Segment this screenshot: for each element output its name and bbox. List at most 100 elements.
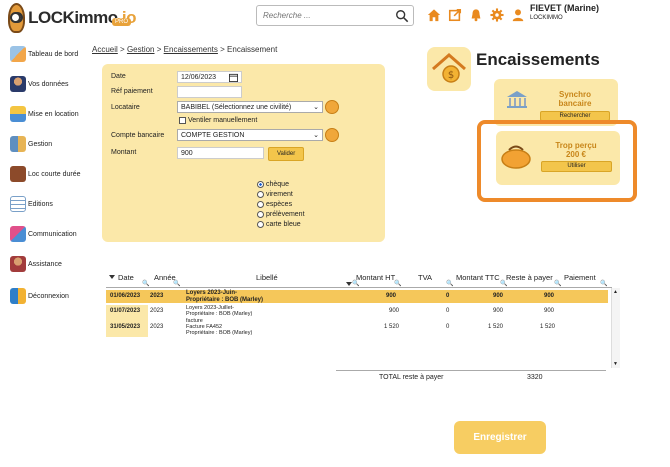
radio-especes[interactable]: espèces: [257, 199, 305, 209]
radio-virement[interactable]: virement: [257, 189, 305, 199]
sidebar-label: Gestion: [28, 140, 53, 148]
external-link-icon[interactable]: [448, 8, 462, 22]
bell-icon[interactable]: [469, 8, 483, 22]
locataire-value: BABIBEL (Sélectionnez une civilité): [181, 103, 292, 111]
sidebar-label: Vos données: [28, 80, 69, 88]
col-montant-ttc[interactable]: Montant TTC: [456, 273, 500, 282]
chevron-down-icon: ⌄: [313, 104, 319, 111]
filter-ttc-icon[interactable]: 🔍: [500, 280, 507, 287]
sidebar-item-deconnexion[interactable]: Déconnexion: [10, 288, 69, 304]
filter-annee-icon[interactable]: 🔍: [173, 280, 180, 287]
filter-libelle-icon[interactable]: 🔍: [352, 280, 359, 287]
breadcrumb-gestion[interactable]: Gestion: [127, 45, 155, 54]
filter-tva-icon[interactable]: 🔍: [446, 280, 453, 287]
table-scrollbar[interactable]: ▲ ▼: [611, 288, 620, 368]
cell-libelle: Loyers 2023-Juin-: [186, 290, 238, 296]
ref-field[interactable]: [177, 86, 242, 98]
sidebar-item-mise-en-location[interactable]: Mise en location: [10, 106, 79, 122]
scroll-down-icon[interactable]: ▼: [613, 361, 618, 367]
sidebar-item-assistance[interactable]: Assistance: [10, 256, 62, 272]
utiliser-button[interactable]: Utiliser: [541, 161, 612, 172]
total-row: TOTAL reste à payer 3320: [336, 370, 606, 381]
col-libelle[interactable]: Libellé: [256, 273, 278, 282]
user-icon[interactable]: [511, 8, 525, 22]
sidebar-item-communication[interactable]: Communication: [10, 226, 77, 242]
sidebar-item-editions[interactable]: Editions: [10, 196, 53, 212]
sidebar-label: Loc courte durée: [28, 170, 81, 178]
radio-dot[interactable]: [257, 190, 264, 198]
filter-ht-icon[interactable]: 🔍: [394, 280, 401, 287]
rental-icon: [10, 106, 26, 122]
filter-date-icon[interactable]: 🔍: [142, 280, 149, 287]
col-paiement[interactable]: Paiement: [564, 273, 596, 282]
search-icon[interactable]: [395, 9, 409, 23]
sidebar-item-dashboard[interactable]: Tableau de bord: [10, 46, 78, 62]
radio-label: prélèvement: [266, 210, 305, 218]
radio-dot[interactable]: [257, 200, 264, 208]
cell-reste: 900: [544, 293, 555, 299]
compte-select[interactable]: COMPTE GESTION ⌄: [177, 129, 323, 141]
cell-libelle-owner: Propriétaire : BOB (Marley): [186, 311, 253, 317]
cell-date: 01/06/2023: [110, 293, 141, 299]
home-icon[interactable]: [427, 8, 441, 22]
gear-icon[interactable]: [490, 8, 504, 22]
scroll-up-icon[interactable]: ▲: [613, 289, 618, 295]
cell-ttc: 900: [493, 293, 504, 299]
ref-label: Réf paiement: [111, 88, 153, 95]
col-date[interactable]: Date: [118, 273, 134, 282]
header-icons: [427, 8, 525, 22]
sort-down-icon[interactable]: [109, 274, 115, 280]
sidebar-item-gestion[interactable]: Gestion: [10, 136, 52, 152]
search-compte-button[interactable]: [325, 128, 339, 142]
payment-mode-group: chèque virement espèces prélèvement cart…: [257, 179, 305, 229]
locataire-label: Locataire: [111, 104, 140, 111]
calendar-icon[interactable]: [229, 73, 238, 82]
dashboard-icon: [10, 46, 26, 62]
radio-dot[interactable]: [257, 180, 264, 188]
cell-reste: 1 520: [540, 324, 556, 330]
cell-date: 31/05/2023: [110, 324, 141, 330]
enregistrer-button[interactable]: Enregistrer: [454, 421, 546, 454]
sidebar-item-loc-courte-duree[interactable]: Loc courte durée: [10, 166, 81, 182]
page-title: Encaissements: [476, 50, 600, 69]
montant-field[interactable]: 900: [177, 147, 264, 159]
cell-annee: 2023: [150, 324, 164, 330]
trop-percu-label: Trop perçu: [555, 141, 597, 150]
date-field[interactable]: 12/06/2023: [177, 71, 242, 83]
table-row[interactable]: 01/07/2023 2023 Loyers 2023-Juillet- Pro…: [106, 305, 608, 318]
radio-carte-bleue[interactable]: carte bleue: [257, 219, 305, 229]
user-name[interactable]: FIEVET (Marine): [530, 3, 599, 13]
sidebar-label: Communication: [28, 230, 77, 238]
chevron-down-icon: ⌄: [313, 132, 319, 139]
breadcrumb-encaissements[interactable]: Encaissements: [164, 45, 218, 54]
table-row[interactable]: 01/06/2023 2023 Loyers 2023-Juin- Propri…: [106, 290, 608, 303]
filter-paiement-icon[interactable]: 🔍: [600, 280, 607, 287]
svg-text:$: $: [448, 70, 454, 81]
radio-dot[interactable]: [257, 220, 264, 228]
valider-button[interactable]: Valider: [268, 147, 305, 161]
locataire-select[interactable]: BABIBEL (Sélectionnez une civilité) ⌄: [177, 101, 323, 113]
ventiler-checkbox[interactable]: Ventiler manuellement: [179, 117, 257, 124]
radio-dot[interactable]: [257, 210, 264, 218]
user-data-icon: [10, 76, 26, 92]
table-header: Date Année Libellé Montant HT TVA Montan…: [106, 270, 612, 288]
filter-reste-icon[interactable]: 🔍: [554, 280, 561, 287]
radio-cheque[interactable]: chèque: [257, 179, 305, 189]
sidebar-item-vos-donnees[interactable]: Vos données: [10, 76, 68, 92]
search-locataire-button[interactable]: [325, 100, 339, 114]
search-input[interactable]: [263, 11, 393, 20]
cell-tva: 0: [446, 324, 450, 330]
cell-ttc: 900: [493, 308, 504, 314]
col-tva[interactable]: TVA: [418, 273, 432, 282]
checkbox-box[interactable]: [179, 117, 186, 124]
search-bar[interactable]: [256, 5, 414, 26]
breadcrumb-separator: >: [156, 45, 162, 54]
sidebar-label: Editions: [28, 200, 53, 208]
col-montant-ht[interactable]: Montant HT: [356, 273, 395, 282]
house-coin-icon: $: [427, 47, 471, 91]
cell-ht: 900: [389, 308, 400, 314]
radio-prelevement[interactable]: prélèvement: [257, 209, 305, 219]
breadcrumb-accueil[interactable]: Accueil: [92, 45, 118, 54]
col-reste[interactable]: Reste à payer: [506, 273, 553, 282]
table-row[interactable]: 31/05/2023 2023 facture Facture FA452 Pr…: [106, 318, 608, 337]
